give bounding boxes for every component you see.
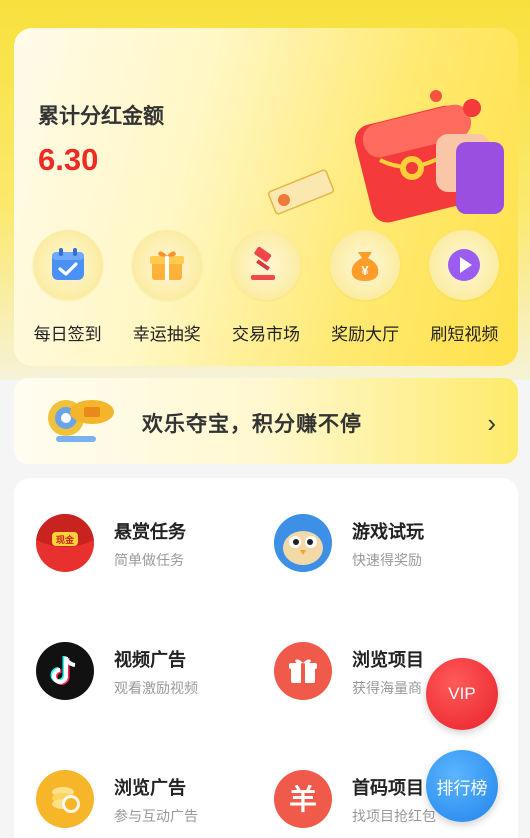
quick-actions: 每日签到 幸运抽奖 交易市场 ¥ 奖励大厅 刷短视频 (14, 230, 518, 345)
dividend-amount: 6.30 (38, 142, 99, 177)
gift-box-icon (131, 230, 202, 300)
coins-icon (36, 770, 94, 828)
task-name: 首码项目 (352, 778, 424, 798)
leaderboard-button[interactable]: 排行榜 (426, 750, 498, 822)
task-desc: 找项目抢红包 (352, 808, 436, 824)
task-desc: 获得海量商 (352, 680, 422, 696)
svg-text:羊: 羊 (289, 783, 317, 816)
money-bag-icon: ¥ (330, 230, 401, 300)
gift-icon (274, 642, 332, 700)
quick-action-short-video[interactable]: 刷短视频 (416, 230, 512, 345)
task-name: 视频广告 (114, 650, 186, 670)
task-desc: 参与互动广告 (114, 808, 198, 824)
calendar-check-icon (32, 230, 103, 300)
quick-action-reward-hall[interactable]: ¥ 奖励大厅 (317, 230, 413, 345)
gavel-icon (230, 230, 301, 300)
task-desc: 简单做任务 (114, 552, 184, 568)
task-name: 悬赏任务 (114, 522, 186, 542)
task-name: 浏览项目 (352, 650, 424, 670)
task-desc: 快速得奖励 (352, 552, 422, 568)
quick-action-label: 幸运抽奖 (132, 325, 201, 344)
svg-text:¥: ¥ (362, 263, 370, 278)
quick-action-label: 交易市场 (231, 325, 300, 344)
quick-action-lottery[interactable]: 幸运抽奖 (119, 230, 215, 345)
bird-game-icon (274, 514, 332, 572)
quick-action-checkin[interactable]: 每日签到 (20, 230, 116, 345)
treasure-coin-icon (48, 400, 114, 442)
quick-action-label: 刷短视频 (430, 325, 499, 344)
dividend-card: 累计分红金额 6.30 每日签到 幸运抽奖 交易市场 ¥ 奖励大厅 刷短视频 (14, 28, 518, 366)
task-video-ads[interactable]: 视频广告 观看激励视频 (14, 606, 244, 700)
red-packet-icon: 现金 (36, 514, 94, 572)
vip-button[interactable]: VIP (426, 658, 498, 730)
quick-action-label: 每日签到 (33, 325, 102, 344)
task-name: 游戏试玩 (352, 522, 424, 542)
task-bounty[interactable]: 现金 悬赏任务 简单做任务 (14, 478, 244, 572)
tiktok-icon (36, 642, 94, 700)
treasure-banner[interactable]: 欢乐夺宝，积分赚不停 › (14, 378, 518, 464)
task-desc: 观看激励视频 (114, 680, 198, 696)
task-name: 浏览广告 (114, 778, 186, 798)
play-icon (429, 230, 500, 300)
yen-icon: 羊 (274, 770, 332, 828)
svg-text:现金: 现金 (56, 534, 75, 546)
quick-action-label: 奖励大厅 (331, 325, 400, 344)
chevron-right-icon: › (487, 408, 496, 438)
quick-action-market[interactable]: 交易市场 (218, 230, 314, 345)
task-game-trial[interactable]: 游戏试玩 快速得奖励 (252, 478, 482, 572)
red-envelope-hand-icon (267, 90, 504, 223)
task-browse-ads[interactable]: 浏览广告 参与互动广告 (14, 734, 244, 828)
dividend-title: 累计分红金额 (38, 105, 164, 128)
banner-text: 欢乐夺宝，积分赚不停 (142, 413, 362, 436)
